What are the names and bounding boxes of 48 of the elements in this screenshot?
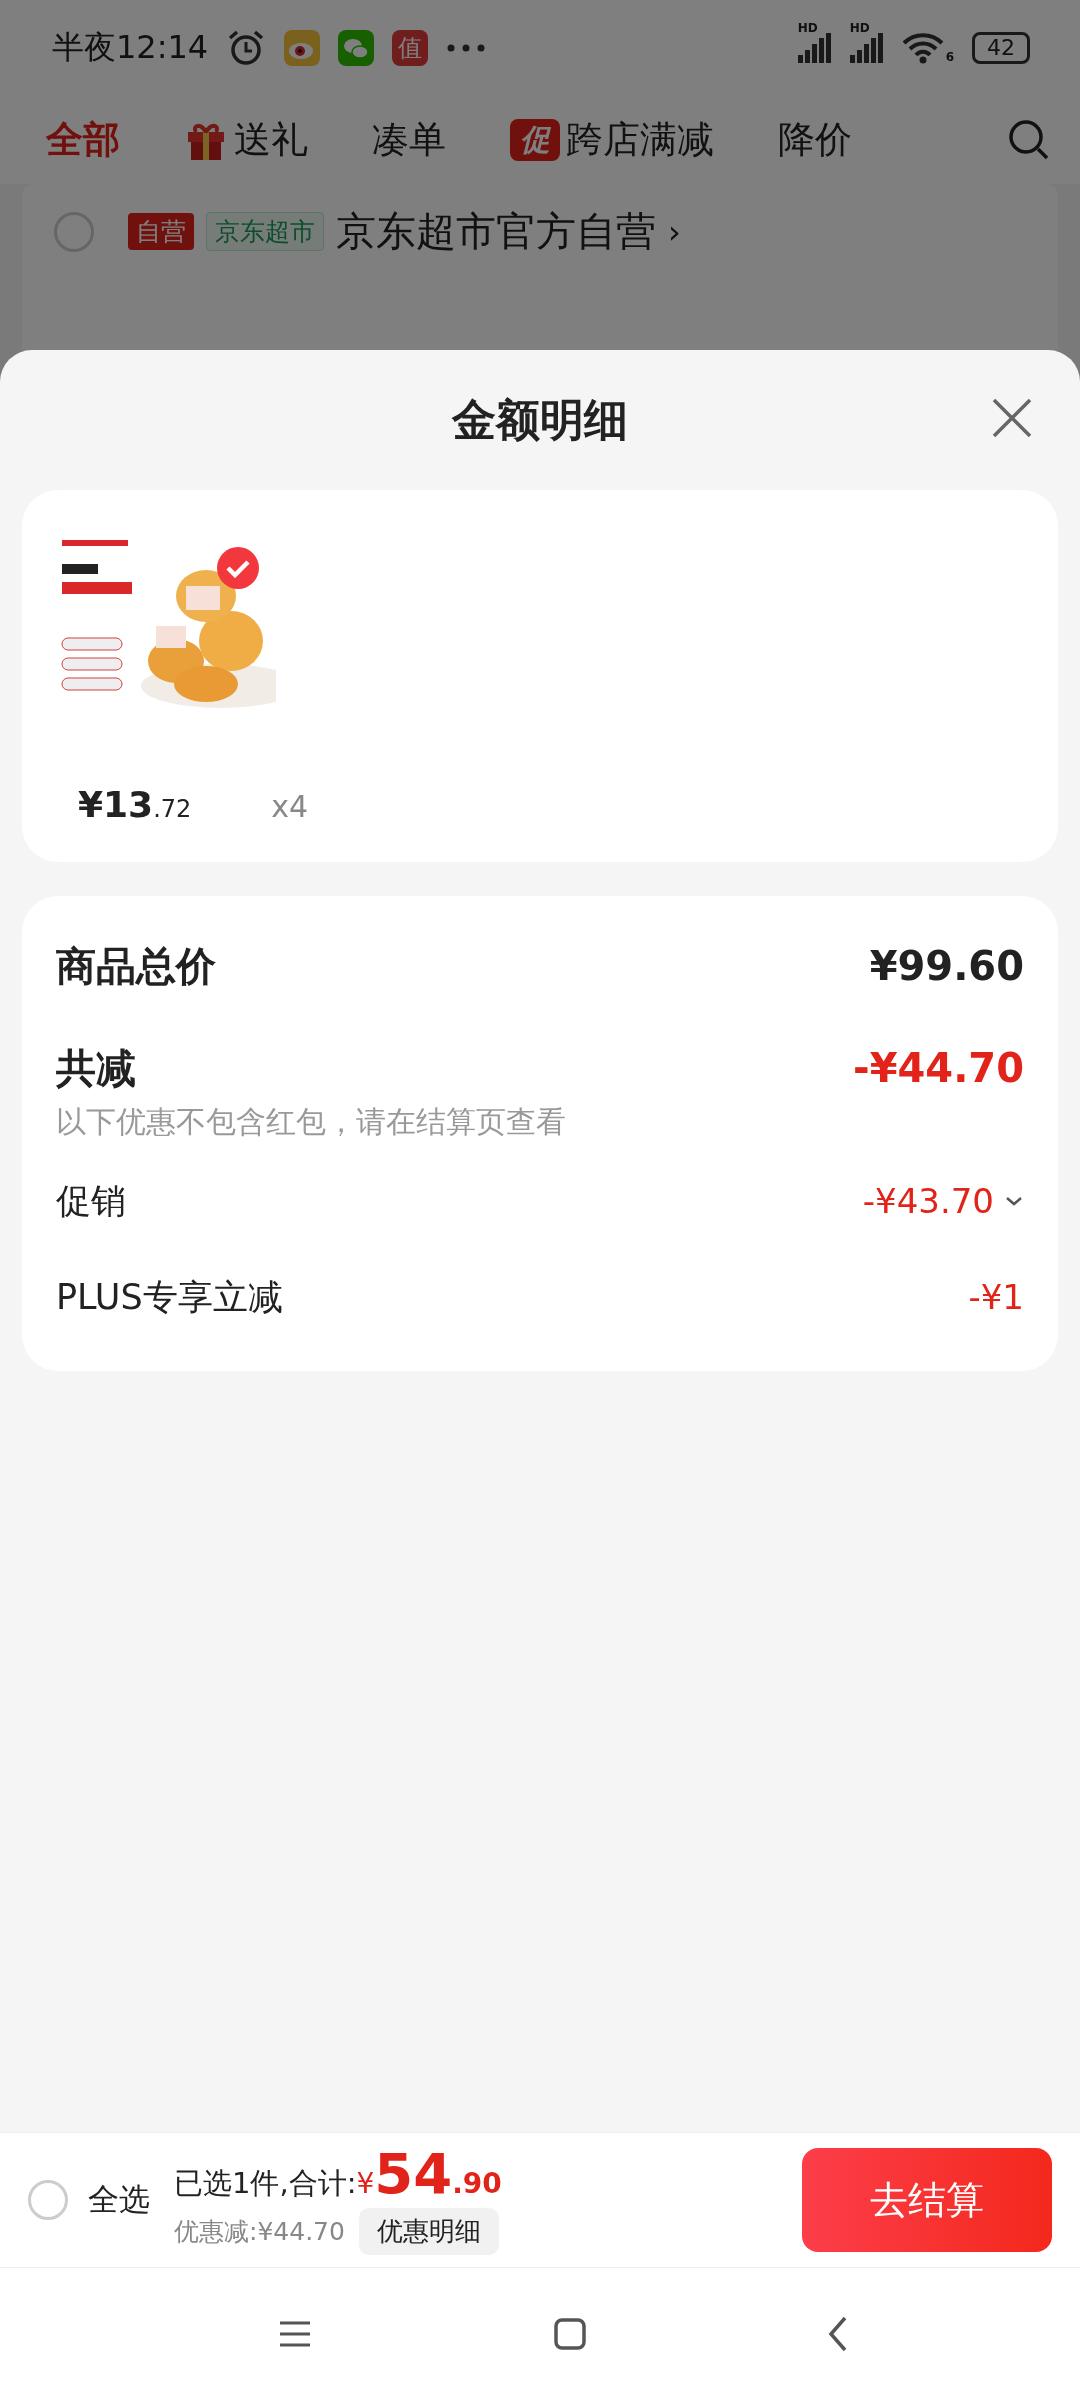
network-label: HD [797,21,818,35]
sheet-title: 金额明细 [452,392,628,447]
summary-label: 商品总价 [56,941,216,991]
summary-amount: -¥44.70 [853,1045,1024,1091]
summary-note: 以下优惠不包含红包，请在结算页查看 [56,1103,567,1141]
menu-icon[interactable] [278,2320,312,2348]
store-checkbox[interactable] [54,211,94,252]
eye-app-icon [284,30,321,66]
summary-amount: -¥43.70 [862,1181,994,1221]
wifi-label: 6 [945,50,954,64]
product-price: ¥13.72 [78,784,192,825]
category-tab[interactable]: 降价 [778,115,852,165]
discount-details-button[interactable]: 优惠明细 [358,2207,499,2255]
signal-icon [797,33,832,63]
home-icon[interactable] [554,2318,586,2350]
category-tab[interactable]: 凑单 [372,115,446,165]
summary-label: 促销 [56,1179,126,1223]
product-quantity: x4 [271,789,309,824]
category-tab[interactable]: 送礼 [184,115,308,165]
close-icon[interactable] [990,396,1034,440]
battery-icon: 42 [972,32,1030,64]
select-all-label[interactable]: 全选 [88,2179,150,2221]
chevron-down-icon[interactable] [1004,1195,1024,1207]
wifi-icon [901,32,944,64]
promo-badge: 促 [510,119,560,161]
app-icon: 值 [392,30,429,66]
summary-label: 共减 [56,1043,136,1093]
back-icon[interactable] [828,2316,848,2352]
search-icon[interactable] [1008,119,1050,161]
summary-amount: -¥1 [968,1277,1024,1317]
store-name[interactable]: 京东超市官方自营 [336,204,656,259]
checkout-button[interactable]: 去结算 [802,2148,1052,2252]
status-time: 半夜12:14 [52,27,209,68]
store-chevron: › [668,212,681,251]
category-tab[interactable]: 促 跨店满减 [510,115,714,165]
more-icon [446,43,487,53]
network-label: HD [849,21,870,35]
discount-amount: 优惠减:¥44.70 [174,2215,345,2248]
total-price: ¥54.90 [356,2145,502,2202]
summary-amount: ¥99.60 [869,943,1024,989]
store-tag: 自营 [128,213,194,250]
store-tag: 京东超市 [206,212,324,251]
selected-summary: 已选1件,合计: [174,2164,357,2202]
signal-icon [849,33,884,63]
chat-app-icon [338,30,375,66]
select-all-checkbox[interactable] [28,2180,68,2220]
summary-label: PLUS专享立减 [56,1275,283,1319]
category-tab[interactable]: 全部 [46,115,120,165]
